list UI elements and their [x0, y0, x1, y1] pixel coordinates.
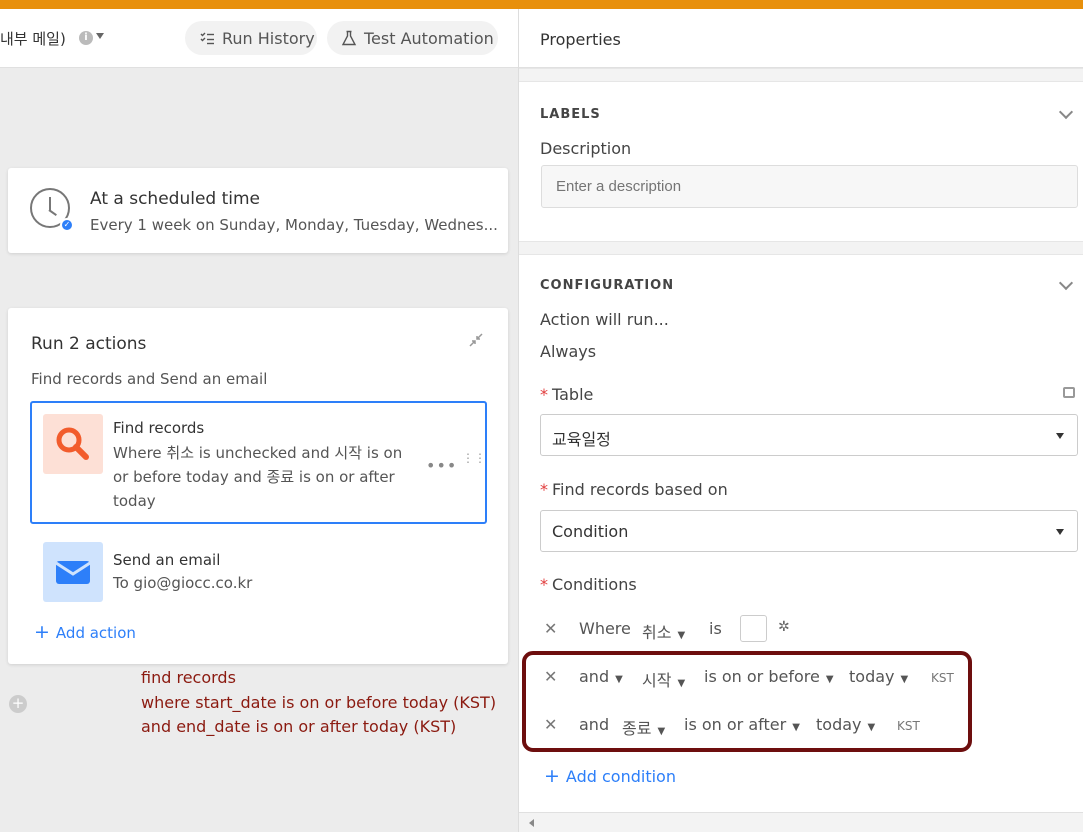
condition-field: 취소 — [642, 623, 672, 642]
table-select[interactable]: 교육일정 — [540, 414, 1078, 456]
trigger-card[interactable]: ✓ At a scheduled time Every 1 week on Su… — [8, 168, 508, 253]
chevron-down-icon[interactable] — [96, 33, 104, 39]
condition-checkbox[interactable] — [740, 615, 767, 642]
automation-header: 내부 메일) i Run History Test Automation — [0, 9, 518, 68]
table-label: * Table — [540, 385, 594, 404]
add-action-button[interactable]: + Add action — [34, 621, 136, 643]
table-label-text: Table — [552, 385, 594, 404]
condition-conjunction: Where — [579, 619, 631, 638]
action-description: Where 취소 is unchecked and 시작 is on or be… — [113, 444, 403, 510]
caret-down-icon: ▼ — [677, 630, 686, 641]
run-condition-value: Always — [540, 342, 597, 361]
chevron-down-icon[interactable] — [1058, 104, 1074, 120]
checklist-icon — [200, 32, 214, 45]
find-based-label-text: Find records based on — [552, 480, 728, 499]
remove-condition-icon[interactable]: ✕ — [544, 619, 557, 638]
actions-card: Run 2 actions Find records and Send an e… — [8, 308, 508, 664]
annotation-highlight-box — [522, 651, 972, 752]
conditions-label-text: Conditions — [552, 575, 637, 594]
trigger-schedule: Every 1 week on Sunday, Monday, Tuesday,… — [90, 216, 498, 234]
labels-section-title[interactable]: LABELS — [540, 107, 601, 122]
section-divider — [519, 68, 1083, 82]
find-based-select-value: Condition — [552, 522, 629, 541]
table-select-value: 교육일정 — [552, 430, 611, 449]
dropdown-arrow-icon — [1056, 433, 1064, 439]
find-records-tile — [43, 414, 103, 474]
run-history-button[interactable]: Run History — [185, 21, 317, 55]
check-badge-icon: ✓ — [60, 218, 74, 232]
expand-icon[interactable] — [1063, 387, 1075, 398]
scroll-left-arrow-icon[interactable] — [529, 819, 534, 827]
trigger-title: At a scheduled time — [90, 189, 261, 209]
add-circle-icon[interactable]: + — [9, 695, 27, 713]
action-title: Send an email — [113, 551, 221, 569]
test-automation-button[interactable]: Test Automation — [327, 21, 498, 55]
annotation-line: find records — [141, 668, 236, 687]
gear-icon[interactable]: ✲ — [778, 619, 790, 635]
run-history-label: Run History — [222, 28, 315, 48]
find-based-select[interactable]: Condition — [540, 510, 1078, 552]
plus-icon: + — [34, 621, 50, 643]
annotation-line: and end_date is on or after today (KST) — [141, 717, 457, 736]
annotation-note: find records where start_date is on or b… — [141, 666, 496, 740]
action-will-run-label: Action will run... — [540, 310, 669, 329]
action-title: Find records — [113, 419, 205, 437]
annotation-line: where start_date is on or before today (… — [141, 692, 497, 712]
plus-icon: + — [544, 765, 560, 787]
description-input[interactable] — [541, 165, 1078, 208]
top-accent-bar — [0, 0, 1083, 9]
section-divider — [519, 241, 1083, 255]
actions-title: Run 2 actions — [31, 334, 147, 354]
automation-canvas: 내부 메일) i Run History Test Automation ✓ A… — [0, 9, 518, 832]
chevron-down-icon[interactable] — [1058, 275, 1074, 291]
add-action-label: Add action — [55, 624, 136, 642]
automation-name[interactable]: 내부 메일) — [0, 28, 66, 49]
horizontal-scrollbar[interactable] — [519, 812, 1083, 832]
flask-icon — [341, 30, 357, 46]
condition-operator: is — [709, 619, 722, 638]
info-icon[interactable]: i — [79, 31, 93, 45]
add-condition-button[interactable]: + Add condition — [544, 765, 676, 787]
action-find-records[interactable]: Find records Where 취소 is unchecked and 시… — [30, 401, 487, 524]
send-email-tile — [43, 542, 103, 602]
action-send-email[interactable]: Send an email To gio@giocc.co.kr — [30, 540, 487, 604]
test-automation-label: Test Automation — [364, 28, 494, 48]
condition-field-select[interactable]: 취소 ▼ — [642, 619, 685, 643]
conditions-label: * Conditions — [540, 575, 637, 594]
properties-title: Properties — [540, 30, 621, 49]
condition-row: ✕ Where 취소 ▼ is ✲ — [519, 615, 819, 645]
envelope-icon — [55, 561, 91, 584]
find-based-label: * Find records based on — [540, 480, 728, 499]
dropdown-arrow-icon — [1056, 529, 1064, 535]
action-description: To gio@giocc.co.kr — [113, 574, 253, 592]
actions-subtitle: Find records and Send an email — [31, 370, 268, 388]
add-condition-label: Add condition — [565, 767, 676, 786]
properties-header: Properties — [519, 9, 1083, 68]
collapse-icon[interactable] — [467, 331, 485, 349]
search-icon — [56, 427, 89, 460]
drag-handle-icon[interactable]: ⋮⋮ — [462, 452, 486, 464]
configuration-section-title[interactable]: CONFIGURATION — [540, 278, 674, 293]
description-label: Description — [540, 139, 632, 158]
more-options-icon[interactable]: ••• — [426, 456, 457, 475]
